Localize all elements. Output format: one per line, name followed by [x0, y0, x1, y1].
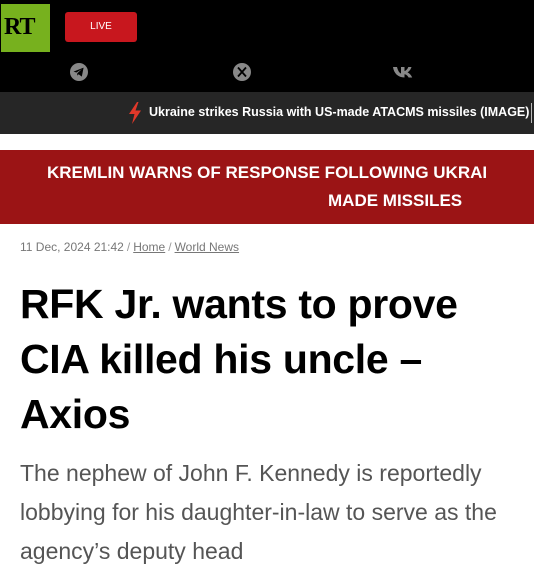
breadcrumb-world-news[interactable]: World News [175, 240, 239, 254]
ticker-divider [531, 103, 532, 123]
breadcrumb-separator: / [126, 240, 131, 254]
article-title: RFK Jr. wants to prove CIA killed his un… [20, 281, 458, 437]
top-navigation-bar: RT LIVE [0, 0, 534, 92]
lightning-bolt-icon [129, 102, 141, 124]
article-meta: 11 Dec, 2024 21:42/Home / World News [20, 240, 239, 254]
banner-line-2: MADE MISSILES [328, 191, 463, 210]
ticker-headline[interactable]: Ukraine strikes Russia with US-made ATAC… [149, 105, 529, 119]
logo-text: RT [4, 14, 35, 40]
publish-date: 11 Dec, 2024 21:42 [20, 240, 124, 254]
spacer [0, 134, 534, 150]
banner-line-1: KREMLIN WARNS OF RESPONSE FOLLOWING UKRA… [47, 163, 488, 182]
breaking-news-banner[interactable]: KREMLIN WARNS OF RESPONSE FOLLOWING UKRA… [0, 150, 534, 224]
vk-icon[interactable] [392, 62, 413, 82]
breadcrumb-home[interactable]: Home [133, 240, 165, 254]
rt-logo[interactable]: RT [1, 4, 50, 52]
breadcrumb-separator: / [168, 240, 172, 254]
news-ticker[interactable]: Ukraine strikes Russia with US-made ATAC… [0, 92, 534, 134]
x-icon[interactable] [232, 62, 252, 82]
telegram-icon[interactable] [69, 62, 89, 82]
article-summary: The nephew of John F. Kennedy is reporte… [20, 460, 497, 564]
live-button[interactable]: LIVE [65, 12, 137, 42]
